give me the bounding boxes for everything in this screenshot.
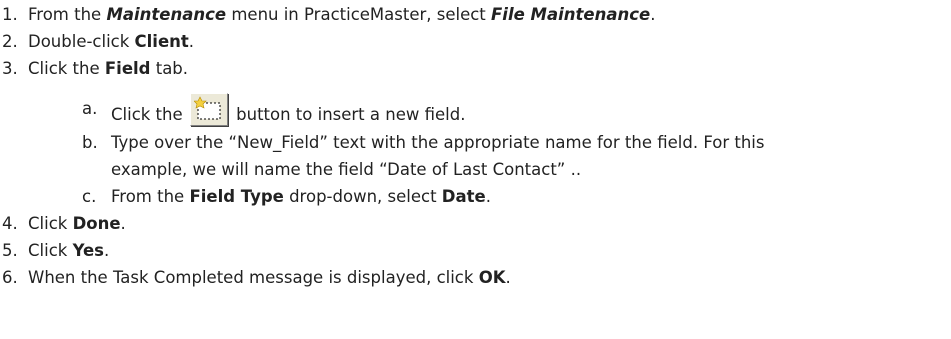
ui-term: Field (104, 59, 151, 78)
text-run: Double-click (28, 32, 135, 51)
step-number: 2. (2, 32, 18, 51)
step-text: From the Maintenance menu in PracticeMas… (28, 5, 655, 25)
step-text: Double-click Client. (28, 32, 194, 52)
step-text: Click the Field tab. (28, 59, 188, 79)
menu-item-name: File Maintenance (491, 5, 651, 24)
ui-term: Date (441, 187, 486, 206)
substep-text-line-2: example, we will name the field “Date of… (111, 160, 582, 179)
text-run: drop-down, select (283, 187, 442, 206)
instruction-document: 1. From the Maintenance menu in Practice… (0, 0, 951, 339)
text-run: From the (111, 187, 190, 206)
text-run: . (650, 5, 656, 24)
text-run: menu in PracticeMaster, select (226, 5, 492, 24)
step-text: Click Yes. (28, 241, 109, 261)
text-run: Click (28, 214, 73, 233)
substep-letter: c. (82, 187, 97, 206)
step-text: Click Done. (28, 214, 126, 234)
text-run: . (104, 241, 110, 260)
text-run: . (120, 214, 126, 233)
step-number: 3. (2, 59, 18, 78)
insert-field-icon (189, 93, 228, 126)
text-run: button to insert a new field. (230, 105, 466, 124)
text-run: From the (28, 5, 107, 24)
substep-text: From the Field Type drop-down, select Da… (111, 187, 491, 207)
substep-letter: a. (82, 99, 98, 118)
substep-text: Click the button to insert a new field. (111, 93, 465, 131)
ui-term: Client (134, 32, 189, 51)
text-run: When the Task Completed message is displ… (28, 268, 479, 287)
ui-term: Yes (72, 241, 105, 260)
step-number: 4. (2, 214, 18, 233)
text-run: . (188, 32, 195, 51)
ui-term: OK (478, 268, 506, 287)
text-run: tab. (150, 59, 189, 78)
text-run: . (485, 187, 491, 206)
text-run: Click the (111, 105, 188, 124)
text-run: . (505, 268, 511, 287)
substep-text-line-1: Type over the “New_Field” text with the … (111, 133, 765, 152)
substep-letter: b. (82, 133, 98, 152)
step-number: 6. (2, 268, 18, 287)
ui-term: Done (72, 214, 121, 233)
text-run: Click (28, 241, 73, 260)
ui-term: Field Type (189, 187, 284, 206)
text-run: Click the (28, 59, 105, 78)
step-number: 5. (2, 241, 18, 260)
step-text: When the Task Completed message is displ… (28, 268, 511, 288)
menu-name: Maintenance (106, 5, 227, 24)
step-number: 1. (2, 5, 18, 24)
